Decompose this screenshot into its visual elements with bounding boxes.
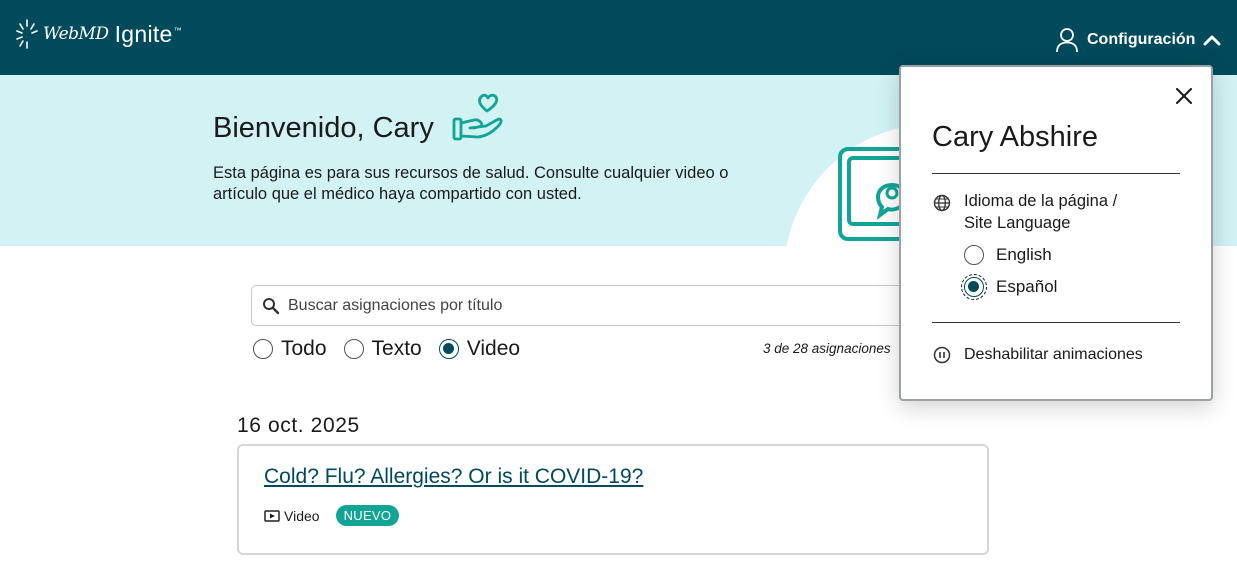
date-heading: 16 oct. 2025 [237,414,360,437]
heart-hands-icon [452,93,503,141]
language-option-label: Español [996,277,1058,296]
filter-label: Todo [281,337,327,360]
logo-webmd-text: WebMD [43,24,109,44]
logo-trademark: ™ [173,25,182,35]
content-type-filter: Todo Texto Video [253,337,537,361]
filter-video[interactable]: Video [438,337,521,361]
webmd-logo-icon [16,19,38,49]
assignment-title-link[interactable]: Cold? Flu? Allergies? Or is it COVID-19? [264,465,643,489]
language-option-label: English [996,245,1052,264]
language-label-line1: Idioma de la página / [964,192,1118,210]
radio-texto[interactable] [343,339,364,359]
globe-icon [933,194,951,212]
language-option-espanol[interactable]: Español [961,274,1058,300]
radio-espanol[interactable] [961,274,987,300]
filter-label: Video [466,337,521,360]
results-count: 3 de 28 asignaciones [763,341,891,356]
radio-english[interactable] [964,245,984,265]
settings-panel: Cary Abshire Idioma de la página / Site … [899,65,1213,401]
user-icon [1056,28,1078,53]
settings-button[interactable]: Configuración [1055,27,1221,53]
assignment-meta: Video NUEVO [264,505,400,526]
new-badge: NUEVO [335,505,400,526]
language-option-english[interactable]: English [964,245,1052,265]
top-navigation-bar: WebMD Ignite™ Configuración [0,0,1237,75]
radio-video[interactable] [438,339,459,359]
divider [932,322,1180,323]
disable-animations-button[interactable]: Deshabilitar animaciones [933,346,1143,364]
welcome-description: Esta página es para sus recursos de salu… [213,164,729,203]
language-label-line2: Site Language [964,214,1071,232]
close-icon[interactable] [1175,87,1193,105]
divider [932,173,1180,174]
filter-todo[interactable]: Todo [253,337,327,361]
disable-animations-label: Deshabilitar animaciones [964,346,1143,363]
pause-icon [933,346,951,364]
search-icon [263,297,280,314]
assignment-type: Video [284,507,320,524]
welcome-heading: Bienvenido, Cary [213,112,434,144]
settings-label: Configuración [1087,31,1196,48]
assignment-card: Cold? Flu? Allergies? Or is it COVID-19?… [237,444,989,555]
filter-label: Texto [371,337,422,360]
language-label: Idioma de la página / Site Language [964,190,1117,234]
logo-ignite-text: Ignite™ [114,20,182,47]
search-box[interactable] [251,285,951,326]
search-input[interactable] [288,296,888,315]
video-icon [264,509,280,522]
chevron-up-icon [1203,35,1221,46]
user-name: Cary Abshire [932,121,1099,153]
radio-todo[interactable] [253,339,273,359]
webmd-ignite-logo[interactable]: WebMD Ignite™ [16,18,182,50]
filter-texto[interactable]: Texto [343,337,422,361]
